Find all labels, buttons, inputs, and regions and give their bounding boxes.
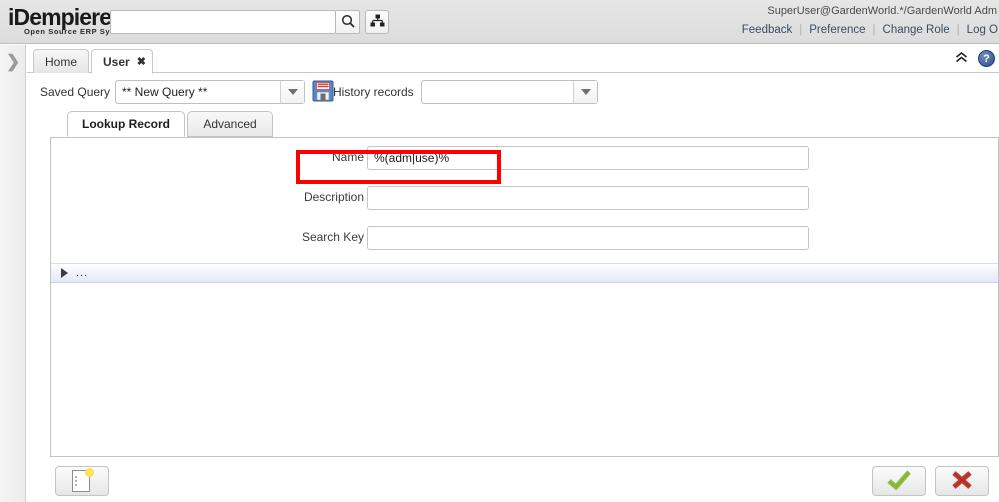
lookup-tab-strip: Lookup Record Advanced [39, 111, 999, 137]
chevron-right-icon[interactable]: ❯ [6, 53, 20, 70]
lookup-form-panel: Name Description Search Key ... [50, 137, 999, 457]
cross-icon [951, 470, 973, 493]
link-log-out[interactable]: Log O [960, 24, 999, 36]
tab-lookup-record[interactable]: Lookup Record [67, 111, 185, 137]
saved-query-label: Saved Query [40, 81, 110, 103]
tab-advanced[interactable]: Advanced [187, 111, 273, 137]
help-icon[interactable]: ? [978, 50, 995, 67]
name-label: Name [204, 150, 364, 164]
global-search-field[interactable] [110, 10, 336, 34]
current-user-info: SuperUser@GardenWorld.*/GardenWorld Adm [767, 5, 997, 17]
expand-triangle-icon[interactable] [61, 268, 68, 278]
app-logo: iDempiere Open Source ERP System [8, 5, 108, 39]
tab-user[interactable]: User ✖ [91, 49, 153, 74]
tab-home[interactable]: Home [33, 49, 89, 73]
new-record-icon [72, 470, 92, 492]
checkmark-icon [887, 470, 911, 493]
search-input[interactable] [111, 11, 335, 33]
chevron-down-icon[interactable] [280, 81, 304, 103]
tab-home-label: Home [45, 55, 77, 69]
grid-row-label: ... [76, 269, 88, 277]
tab-user-label: User [103, 55, 130, 69]
link-preference[interactable]: Preference [802, 24, 872, 36]
cancel-button[interactable] [935, 466, 989, 496]
hierarchy-icon [370, 14, 385, 31]
window-header-icons: ? [955, 50, 995, 67]
tab-lookup-record-label: Lookup Record [82, 117, 170, 131]
logo-wordmark: iDempiere [8, 5, 108, 29]
chevron-double-up-icon[interactable] [955, 52, 968, 65]
link-change-role[interactable]: Change Role [876, 24, 957, 36]
saved-query-bar: Saved Query ** New Query ** History reco… [27, 74, 999, 110]
name-field[interactable] [367, 146, 809, 170]
sidebar-expand-rail[interactable]: ❯ [0, 45, 26, 502]
result-grid-group-row[interactable]: ... [51, 263, 998, 283]
history-records-select[interactable] [421, 80, 598, 104]
chevron-down-icon-history[interactable] [573, 81, 597, 103]
search-button[interactable] [336, 10, 360, 34]
search-icon [341, 14, 355, 31]
description-field[interactable] [367, 186, 809, 210]
search-key-input[interactable] [368, 227, 808, 249]
ok-button[interactable] [872, 466, 926, 496]
save-floppy-icon [312, 80, 334, 105]
field-row-search-key: Search Key [51, 226, 999, 256]
description-label: Description [204, 190, 364, 204]
link-feedback[interactable]: Feedback [735, 24, 800, 36]
new-record-button[interactable] [55, 466, 109, 496]
search-key-field[interactable] [367, 226, 809, 250]
header-nav-links: Feedback|Preference|Change Role|Log O [735, 24, 999, 36]
dialog-button-bar [27, 460, 999, 502]
close-icon[interactable]: ✖ [137, 55, 146, 68]
field-row-description: Description [51, 186, 999, 216]
search-key-label: Search Key [204, 230, 364, 244]
saved-query-value: ** New Query ** [116, 85, 280, 99]
tab-advanced-label: Advanced [203, 117, 256, 131]
hierarchy-button[interactable] [365, 10, 389, 34]
app-header: iDempiere Open Source ERP System Su [0, 0, 999, 44]
name-input[interactable] [368, 147, 808, 169]
main-content: Home User ✖ ? Saved Query ** New Query *… [27, 45, 999, 502]
history-records-label: History records [333, 81, 414, 103]
window-tab-strip: Home User ✖ ? [27, 45, 999, 73]
description-input[interactable] [368, 187, 808, 209]
saved-query-select[interactable]: ** New Query ** [115, 80, 305, 104]
field-row-name: Name [51, 146, 999, 176]
